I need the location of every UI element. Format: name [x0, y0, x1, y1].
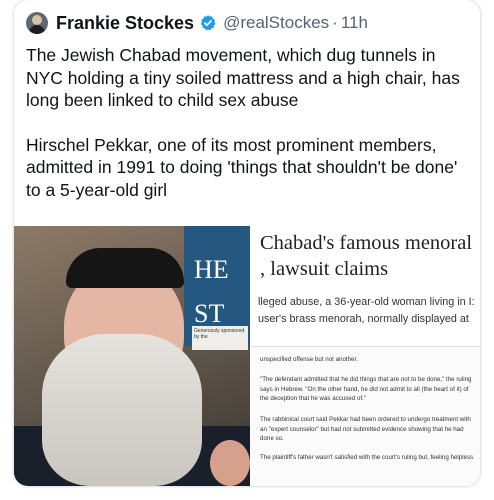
article-headline: Chabad's famous menoral , lawsuit claims — [260, 230, 480, 282]
article-screenshot[interactable]: Chabad's famous menoral , lawsuit claims… — [250, 226, 480, 486]
article-body: unspecified offense but not another. "Th… — [250, 346, 480, 486]
avatar[interactable] — [26, 12, 48, 34]
hand — [210, 440, 250, 486]
sponsor-plaque: Generously sponsored by the — [192, 326, 248, 350]
article-paragraph: The plaintiff's father wasn't satisfied … — [260, 454, 474, 461]
headline-line: Chabad's famous menoral — [260, 232, 473, 254]
snippet-line: lleged abuse, a 36-year-old woman living… — [258, 296, 475, 308]
tweet-header: Frankie Stockes @realStockes · 11h — [26, 10, 368, 36]
tweet-text: The Jewish Chabad movement, which dug tu… — [26, 44, 474, 201]
kippah — [66, 248, 184, 288]
article-paragraph: "The defendant admitted that he did thin… — [260, 376, 472, 403]
tweet-card[interactable]: Frankie Stockes @realStockes · 11h The J… — [14, 0, 480, 486]
snippet-line: user's brass menorah, normally displayed… — [258, 313, 469, 325]
photo[interactable]: HE ST Generously sponsored by the — [14, 226, 250, 486]
sign-text: HE ST — [194, 255, 229, 328]
verified-badge-icon — [199, 14, 217, 32]
article-snippet: lleged abuse, a 36-year-old woman living… — [258, 294, 480, 328]
article-paragraph: The rabbinical court said Pekkar had bee… — [260, 416, 471, 443]
tweet-paragraph: The Jewish Chabad movement, which dug tu… — [26, 45, 460, 110]
tweet-media[interactable]: HE ST Generously sponsored by the Chabad… — [14, 226, 480, 486]
display-name[interactable]: Frankie Stockes — [56, 13, 194, 34]
separator-dot: · — [332, 13, 338, 32]
user-handle[interactable]: @realStockes — [223, 13, 329, 33]
headline-line: , lawsuit claims — [260, 258, 389, 280]
tweet-paragraph: Hirschel Pekkar, one of its most promine… — [26, 134, 458, 200]
beard — [42, 334, 202, 486]
tweet-timestamp[interactable]: 11h — [341, 13, 368, 33]
article-paragraph: unspecified offense but not another. — [260, 356, 358, 363]
